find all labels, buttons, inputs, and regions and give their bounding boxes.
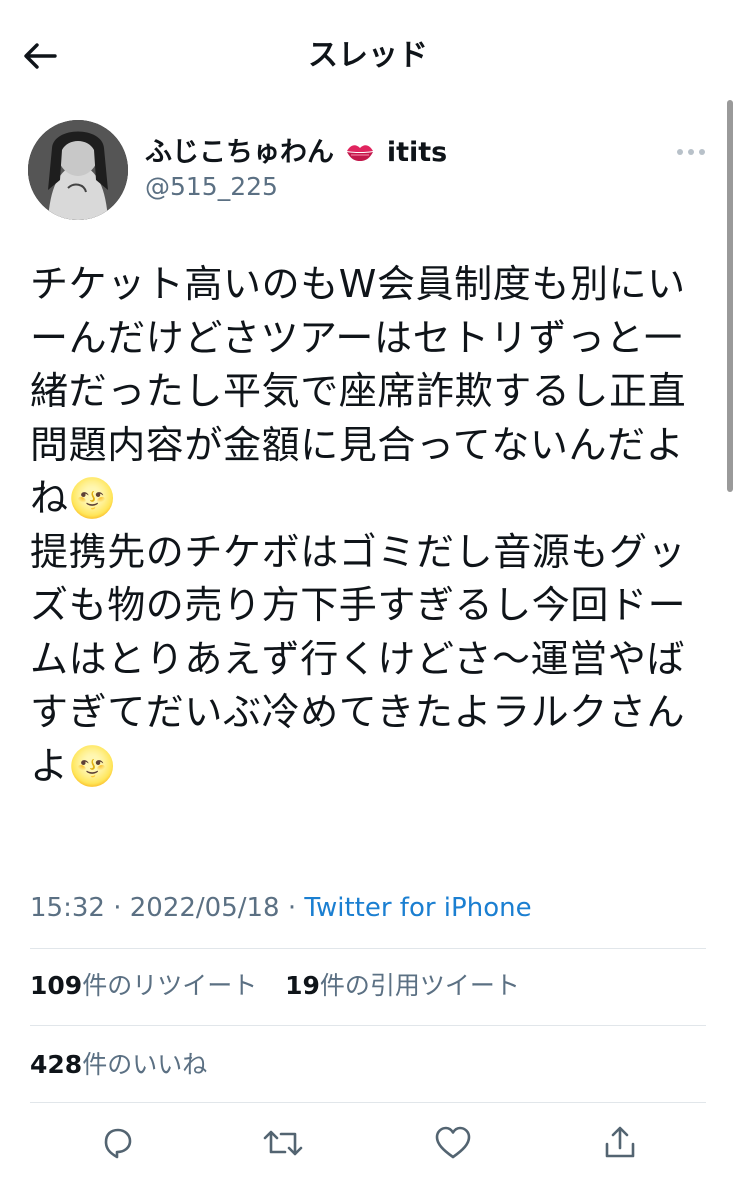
quotes-count: 19: [285, 971, 320, 1000]
more-dot-icon: [688, 149, 694, 155]
scrollbar[interactable]: [727, 100, 733, 492]
kiss-mark-icon: [347, 145, 374, 161]
retweet-icon: [263, 1130, 303, 1156]
likes-stat[interactable]: 428件のいいね: [30, 1045, 207, 1085]
more-options-button[interactable]: [671, 140, 711, 164]
share-icon: [605, 1126, 635, 1158]
likes-count: 428: [30, 1050, 83, 1079]
reply-icon: [104, 1128, 132, 1159]
heart-icon: [435, 1126, 471, 1159]
tweet-meta: 15:32 · 2022/05/18 · Twitter for iPhone: [30, 888, 532, 928]
author-name-suffix: itits: [386, 137, 448, 168]
retweet-stats: 109件のリツイート 19件の引用ツイート: [30, 966, 520, 1006]
tweet-time: 15:32: [30, 893, 105, 923]
divider: [30, 948, 706, 949]
page-title: スレッド: [308, 38, 428, 73]
author-name-text: ふじこちゅわん: [145, 137, 334, 168]
reply-button[interactable]: [94, 1120, 140, 1166]
more-dot-icon: [677, 149, 683, 155]
retweets-label: 件のリツイート: [82, 971, 258, 1000]
meta-separator: ·: [104, 893, 130, 923]
avatar-image: [28, 120, 128, 220]
top-bar: スレッド: [0, 0, 736, 112]
tweet-date: 2022/05/18: [129, 893, 280, 923]
divider: [30, 1025, 706, 1026]
quotes-stat[interactable]: 19件の引用ツイート: [285, 971, 520, 1000]
more-dot-icon: [699, 149, 705, 155]
like-button[interactable]: [430, 1120, 476, 1166]
share-button[interactable]: [597, 1120, 643, 1166]
likes-label: 件のいいね: [82, 1050, 208, 1079]
tweet-text: チケット高いのもW会員制度も別にいーんだけどさツアーはセトリずっと一緒だったし平…: [30, 262, 687, 788]
author-name[interactable]: ふじこちゅわん itits: [145, 136, 447, 170]
divider: [30, 1102, 706, 1103]
meta-separator: ·: [279, 893, 305, 923]
quotes-label: 件の引用ツイート: [319, 971, 520, 1000]
retweets-stat[interactable]: 109件のリツイート: [30, 971, 257, 1000]
tweet-source-link[interactable]: Twitter for iPhone: [304, 893, 531, 923]
avatar[interactable]: [28, 120, 128, 220]
retweet-button[interactable]: [260, 1120, 306, 1166]
author-handle[interactable]: @515_225: [145, 172, 278, 202]
action-bar: [0, 1120, 736, 1166]
retweets-count: 109: [30, 971, 83, 1000]
